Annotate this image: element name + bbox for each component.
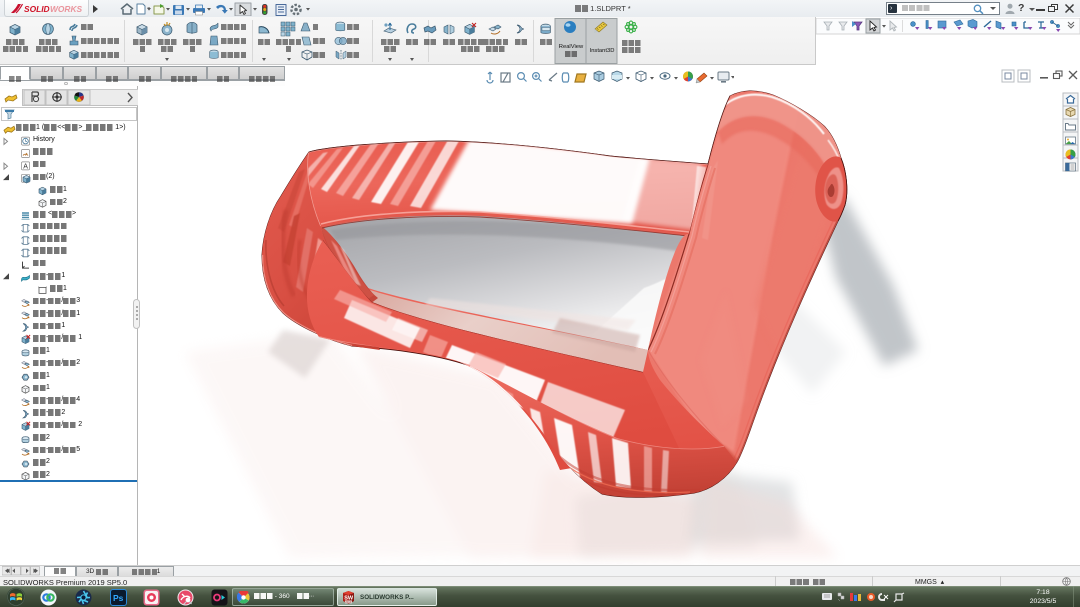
svg-text:A: A (23, 163, 28, 170)
svg-text:WORKS: WORKS (50, 4, 83, 14)
svg-text:2019: 2019 (345, 600, 352, 604)
svg-text:SOLID: SOLID (24, 4, 50, 14)
svg-text:Ps: Ps (113, 593, 124, 603)
